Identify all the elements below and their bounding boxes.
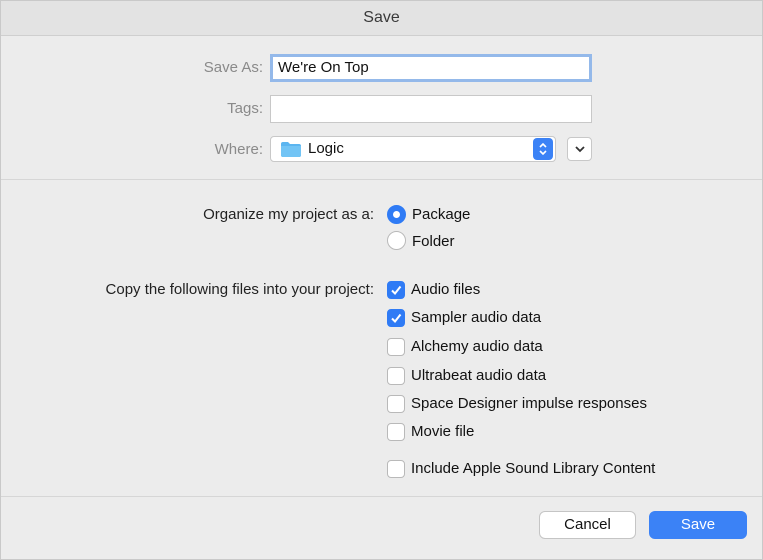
checkbox-audio-files[interactable] (387, 281, 405, 299)
dialog-title: Save (1, 1, 762, 36)
checkbox-movie-file[interactable] (387, 423, 405, 441)
where-popup[interactable]: Logic (270, 136, 556, 162)
checkbox-sampler-audio-label: Sampler audio data (411, 309, 542, 326)
checkbox-movie-file-label: Movie file (411, 423, 475, 440)
checkbox-alchemy-audio-label: Alchemy audio data (411, 338, 543, 355)
expand-browser-button[interactable] (567, 137, 592, 161)
checkbox-sampler-audio[interactable] (387, 309, 405, 327)
checkbox-ultrabeat-audio[interactable] (387, 367, 405, 385)
checkmark-icon (391, 313, 402, 324)
save-button[interactable]: Save (649, 511, 747, 539)
where-value: Logic (308, 140, 344, 157)
checkbox-audio-files-label: Audio files (411, 281, 481, 298)
checkbox-space-designer[interactable] (387, 395, 405, 413)
checkbox-ultrabeat-audio-label: Ultrabeat audio data (411, 367, 547, 384)
radio-package[interactable] (387, 205, 406, 224)
save-dialog: Save Save As: We're On Top Tags: Where: … (0, 0, 763, 560)
where-label: Where: (214, 141, 263, 158)
organize-label: Organize my project as a: (203, 206, 374, 223)
radio-folder-label: Folder (412, 233, 455, 250)
checkbox-space-designer-label: Space Designer impulse responses (411, 395, 647, 412)
checkbox-apple-sound-library[interactable] (387, 460, 405, 478)
radio-package-label: Package (412, 206, 471, 223)
divider-top (1, 179, 762, 180)
tags-field[interactable] (270, 95, 592, 123)
checkmark-icon (391, 285, 402, 296)
folder-icon (281, 142, 301, 157)
checkbox-apple-sound-library-label: Include Apple Sound Library Content (411, 460, 656, 477)
copy-files-label: Copy the following files into your proje… (105, 281, 374, 298)
divider-bottom (1, 496, 762, 497)
radio-folder[interactable] (387, 231, 406, 250)
checkbox-alchemy-audio[interactable] (387, 338, 405, 356)
popup-stepper-icon (533, 138, 553, 160)
tags-label: Tags: (227, 100, 263, 117)
chevron-down-icon (574, 146, 585, 153)
cancel-button[interactable]: Cancel (539, 511, 636, 539)
save-as-label: Save As: (203, 59, 263, 76)
save-as-field[interactable]: We're On Top (270, 54, 592, 82)
